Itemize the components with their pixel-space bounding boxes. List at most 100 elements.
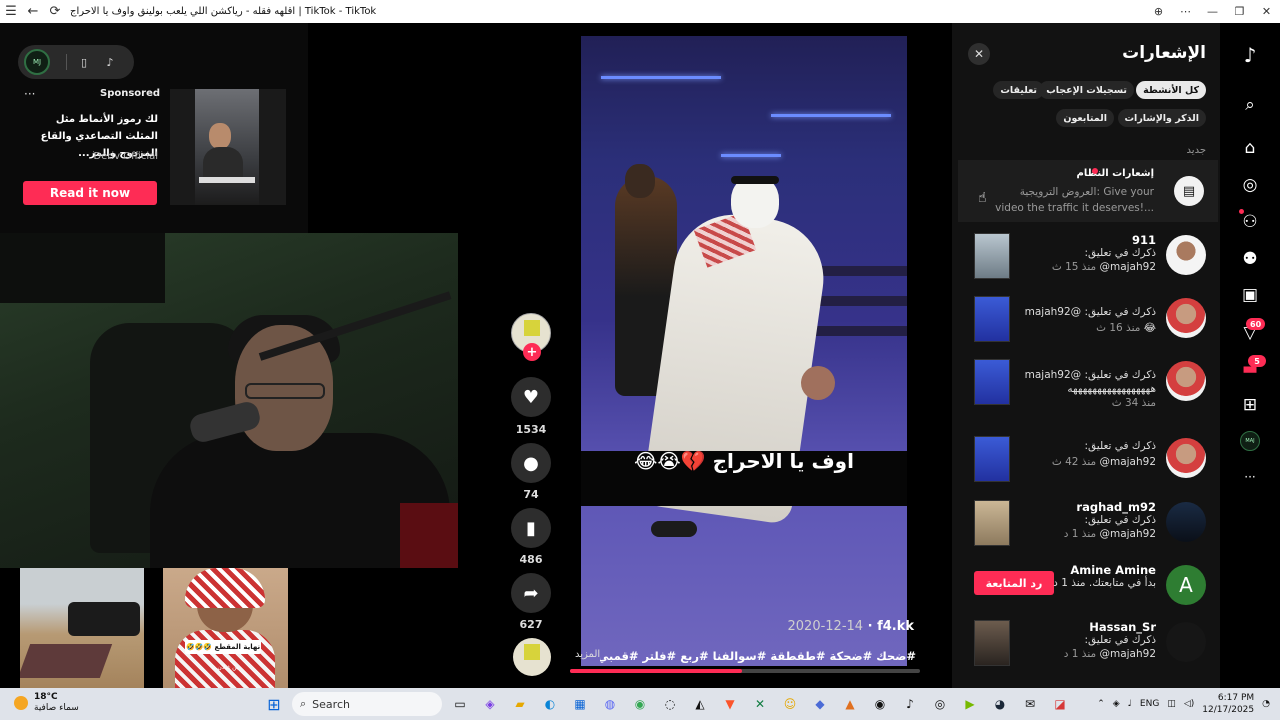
menu-icon[interactable]: ☰: [0, 0, 22, 23]
notification-user[interactable]: Amine Amine: [1070, 563, 1156, 577]
weather-widget[interactable]: 18°C سماء صافية: [14, 692, 79, 714]
user-avatar[interactable]: A: [1166, 565, 1206, 605]
live-icon[interactable]: ▣: [1238, 283, 1262, 307]
close-icon[interactable]: ✕: [968, 43, 990, 65]
profile-avatar[interactable]: MAJ: [1240, 431, 1260, 451]
like-icon[interactable]: ♥: [511, 377, 551, 417]
bookmark-icon[interactable]: ▮: [511, 508, 551, 548]
more-link[interactable]: المزيد: [575, 649, 600, 660]
home-icon[interactable]: ⌂: [1238, 136, 1262, 160]
tiktok-logo-icon[interactable]: ♪: [101, 53, 119, 71]
taskbar-search[interactable]: ⌕ Search: [292, 692, 442, 716]
video-progress-bar[interactable]: [570, 669, 920, 673]
video-thumbnail[interactable]: [974, 436, 1010, 482]
video-thumbnail[interactable]: [974, 620, 1010, 666]
notification-user[interactable]: 911: [1132, 233, 1156, 247]
windows-start-icon[interactable]: ⊞: [262, 692, 286, 716]
tab-all-activity[interactable]: كل الأنشطة: [1136, 81, 1206, 99]
ad-menu-icon[interactable]: ···: [24, 87, 35, 101]
edge-icon[interactable]: ◐: [538, 692, 562, 716]
more-menu-icon[interactable]: ···: [1238, 465, 1262, 489]
tab-comments[interactable]: تعليقات: [993, 81, 1044, 99]
main-video[interactable]: [581, 36, 907, 666]
mic-icon[interactable]: ♩: [1128, 699, 1132, 709]
user-avatar[interactable]: [1166, 502, 1206, 542]
video-thumbnail[interactable]: [974, 233, 1010, 279]
task-view-icon[interactable]: ▭: [448, 692, 472, 716]
capcut-icon[interactable]: ◭: [688, 692, 712, 716]
volume-icon[interactable]: ◁): [1184, 699, 1194, 709]
phone-icon[interactable]: ▯: [75, 53, 93, 71]
user-avatar[interactable]: [1166, 235, 1206, 275]
notification-item[interactable]: Hassan_Sr ذكرك في تعليق: منذ 1 د @majah9…: [952, 620, 1220, 680]
upload-icon[interactable]: ⊞: [1238, 393, 1262, 417]
nvidia-icon[interactable]: ▶: [958, 692, 982, 716]
tiktok-logo-icon[interactable]: ♪: [1238, 43, 1262, 67]
search-icon[interactable]: ⌕: [1238, 93, 1262, 117]
video-thumbnail[interactable]: [974, 359, 1010, 405]
copilot-icon[interactable]: ◈: [478, 692, 502, 716]
video-thumbnail[interactable]: [974, 296, 1010, 342]
user-avatar[interactable]: [1166, 622, 1206, 662]
app-icon[interactable]: ◪: [1048, 692, 1072, 716]
notification-user[interactable]: Hassan_Sr: [1089, 620, 1156, 634]
video-hashtags[interactable]: #ضحك #ضحكة #طقطقة #سوالفنا #ربع #فلتر #ق…: [600, 649, 916, 663]
notification-item[interactable]: 911 ذكرك في تعليق: منذ 15 ث @majah92: [952, 233, 1220, 293]
channel-logo[interactable]: MJ: [24, 49, 50, 75]
notification-item[interactable]: raghad_m92 ذكرك في تعليق: منذ 1 د @majah…: [952, 500, 1220, 560]
friends-icon[interactable]: ⚉: [1238, 247, 1262, 271]
emoji-app-icon[interactable]: ☺: [778, 692, 802, 716]
user-avatar[interactable]: [1166, 298, 1206, 338]
clock[interactable]: 6:17 PM 12/17/2025: [1202, 692, 1254, 716]
zoom-icon[interactable]: ⊕: [1145, 0, 1172, 23]
video-thumbnail[interactable]: [974, 500, 1010, 546]
notification-item[interactable]: ذكرك في تعليق: @majah92 هههههههههههههههه…: [952, 359, 1220, 419]
tab-mentions[interactable]: الذكر والإشارات: [1117, 109, 1206, 127]
share-icon[interactable]: ➦: [511, 573, 551, 613]
obs-icon[interactable]: ◎: [928, 692, 952, 716]
shield-icon[interactable]: ◈: [1113, 699, 1120, 709]
brave-icon[interactable]: ▼: [718, 692, 742, 716]
file-explorer-icon[interactable]: ▰: [508, 692, 532, 716]
app-icon[interactable]: ◌: [658, 692, 682, 716]
system-notification[interactable]: إشعارات النظام العروض الترويجية: Give yo…: [958, 160, 1218, 222]
chevron-up-icon[interactable]: ⌃: [1097, 699, 1105, 709]
tab-followers[interactable]: المتابعون: [1056, 109, 1114, 127]
user-avatar[interactable]: [1166, 361, 1206, 401]
sound-avatar[interactable]: [513, 638, 551, 676]
notification-item[interactable]: ذكرك في تعليق: @majah92 منذ 16 ث 😂: [952, 296, 1220, 356]
discord-icon[interactable]: ◍: [598, 692, 622, 716]
notification-bell-icon[interactable]: ◔: [1262, 699, 1270, 709]
explore-icon[interactable]: ◎: [1238, 173, 1262, 197]
minimize-icon[interactable]: —: [1199, 0, 1226, 23]
close-window-icon[interactable]: ✕: [1253, 0, 1280, 23]
notification-item[interactable]: رد المتابعة Amine Amine بدأ في متابعتك. …: [952, 563, 1220, 623]
video-author[interactable]: f4.kk: [877, 619, 914, 634]
more-icon[interactable]: ⋯: [1172, 0, 1199, 23]
language-indicator[interactable]: ENG: [1140, 699, 1159, 709]
tiktok-taskbar-icon[interactable]: ♪: [898, 692, 922, 716]
store-icon[interactable]: ▦: [568, 692, 592, 716]
back-icon[interactable]: ←: [22, 0, 44, 23]
following-icon[interactable]: ⚇: [1238, 210, 1262, 234]
github-icon[interactable]: ◉: [868, 692, 892, 716]
app-icon[interactable]: ✉: [1018, 692, 1042, 716]
follow-plus-icon[interactable]: +: [523, 343, 541, 361]
notification-item[interactable]: ذكرك في تعليق: منذ 42 ث @majah92: [952, 436, 1220, 496]
app-icon[interactable]: ◆: [808, 692, 832, 716]
read-it-now-button[interactable]: Read it now: [23, 181, 157, 205]
reload-icon[interactable]: ⟳: [44, 0, 66, 23]
follow-back-button[interactable]: رد المتابعة: [974, 571, 1054, 595]
restore-icon[interactable]: ❐: [1226, 0, 1253, 23]
steam-icon[interactable]: ◕: [988, 692, 1012, 716]
notification-user[interactable]: raghad_m92: [1076, 500, 1156, 514]
vlc-icon[interactable]: ▲: [838, 692, 862, 716]
ad-thumbnail[interactable]: [170, 89, 286, 205]
video-thumbnail-desert[interactable]: [20, 568, 144, 688]
comment-icon[interactable]: ●: [511, 443, 551, 483]
chrome-icon[interactable]: ◉: [628, 692, 652, 716]
network-icon[interactable]: ◫: [1167, 699, 1176, 709]
user-avatar[interactable]: [1166, 438, 1206, 478]
video-thumbnail-shemagh[interactable]: نهاية المقطع 🤣🤣🤣 بن غيلان...: [163, 568, 288, 688]
tab-likes[interactable]: تسجيلات الإعجاب: [1039, 81, 1134, 99]
